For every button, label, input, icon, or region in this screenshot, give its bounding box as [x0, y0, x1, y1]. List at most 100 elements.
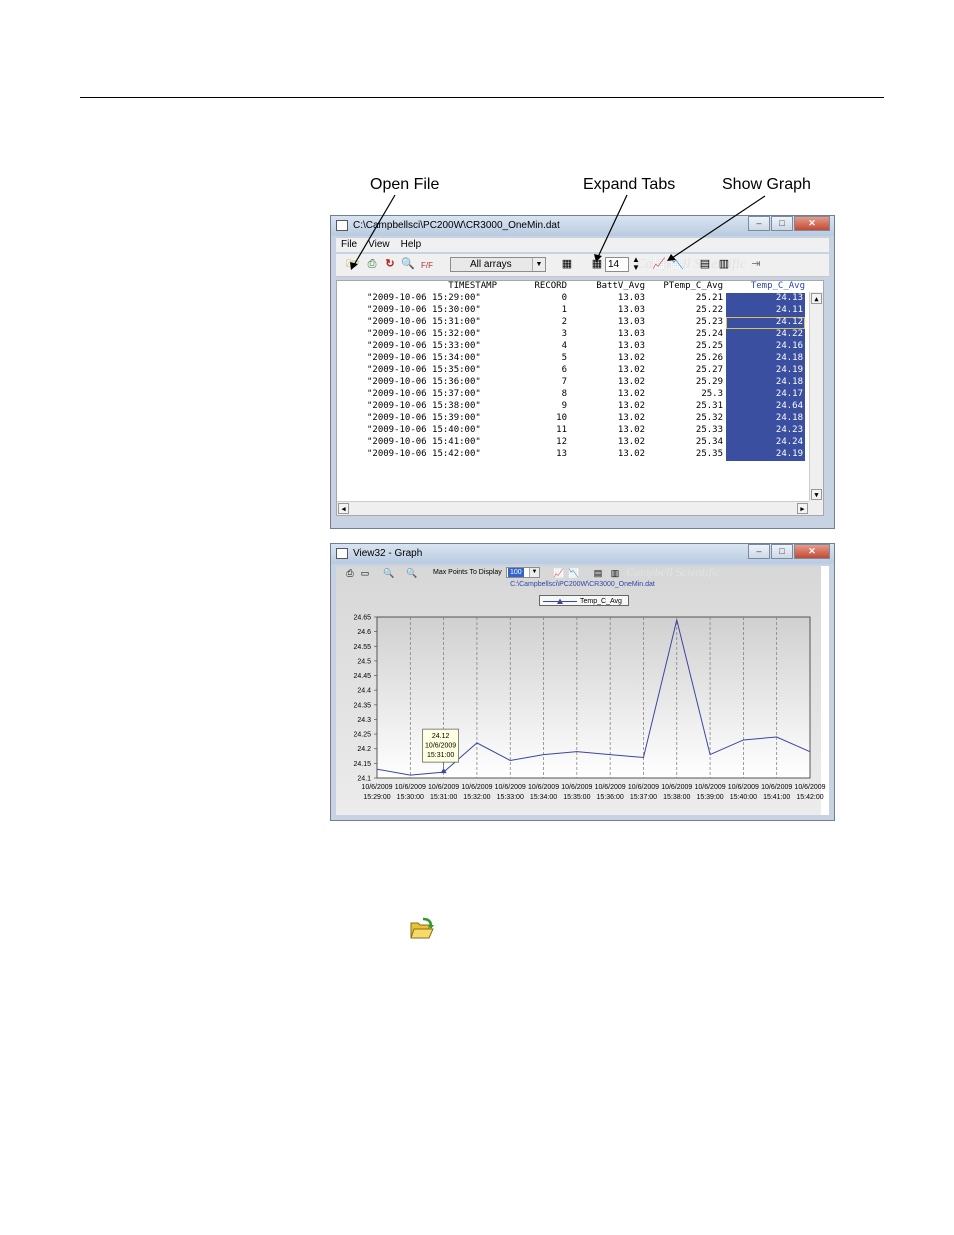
zoom-in-icon[interactable]: 🔍: [383, 568, 395, 579]
cell-record[interactable]: 5: [497, 353, 567, 363]
cell-timestamp[interactable]: "2009-10-06 15:33:00": [367, 341, 481, 351]
chevron-down-icon[interactable]: ▼: [529, 568, 539, 577]
col-header-battv[interactable]: BattV_Avg: [569, 281, 645, 291]
second-graph-icon[interactable]: 📉: [670, 258, 684, 271]
table-row[interactable]: "2009-10-06 15:40:00" 11 13.02 25.33 24.23: [337, 425, 809, 437]
cell-temp[interactable]: 24.17: [725, 389, 803, 399]
column-icon[interactable]: ▥: [609, 568, 621, 579]
cell-record[interactable]: 13: [497, 449, 567, 459]
table-row[interactable]: "2009-10-06 15:29:00" 0 13.03 25.21 24.13: [337, 293, 809, 305]
zoom-out-icon[interactable]: 🔍: [406, 568, 418, 579]
col-header-record[interactable]: RECORD: [497, 281, 567, 291]
data-grid[interactable]: TIMESTAMP RECORD BattV_Avg PTemp_C_Avg T…: [336, 280, 824, 516]
cell-timestamp[interactable]: "2009-10-06 15:35:00": [367, 365, 481, 375]
cell-ptemp[interactable]: 25.29: [649, 377, 723, 387]
cell-timestamp[interactable]: "2009-10-06 15:32:00": [367, 329, 481, 339]
table-row[interactable]: "2009-10-06 15:38:00" 9 13.02 25.31 24.64: [337, 401, 809, 413]
scroll-right-icon[interactable]: ▶: [797, 503, 808, 514]
font-icon[interactable]: F/F: [420, 259, 434, 272]
cell-timestamp[interactable]: "2009-10-06 15:30:00": [367, 305, 481, 315]
cell-record[interactable]: 10: [497, 413, 567, 423]
maximize-button[interactable]: □: [771, 216, 793, 231]
cell-record[interactable]: 12: [497, 437, 567, 447]
cell-temp[interactable]: 24.24: [725, 437, 803, 447]
print-icon[interactable]: ⎙: [365, 258, 379, 271]
cell-record[interactable]: 11: [497, 425, 567, 435]
table-row[interactable]: "2009-10-06 15:31:00" 2 13.03 25.23 24.12: [337, 317, 809, 329]
maximize-button[interactable]: □: [771, 544, 793, 559]
expand-tabs-icon[interactable]: ▦: [590, 258, 604, 271]
cell-temp[interactable]: 24.18: [725, 377, 803, 387]
open-file-icon[interactable]: 🗁: [346, 258, 360, 271]
close-button[interactable]: ✕: [794, 216, 830, 231]
cell-battv[interactable]: 13.02: [569, 353, 645, 363]
cell-ptemp[interactable]: 25.33: [649, 425, 723, 435]
table-row[interactable]: "2009-10-06 15:37:00" 8 13.02 25.3 24.17: [337, 389, 809, 401]
column-icon[interactable]: ▥: [717, 258, 731, 271]
vertical-scrollbar[interactable]: ▲ ▼: [809, 292, 823, 501]
cell-timestamp[interactable]: "2009-10-06 15:41:00": [367, 437, 481, 447]
col-header-ptemp[interactable]: PTemp_C_Avg: [649, 281, 723, 291]
cell-battv[interactable]: 13.03: [569, 293, 645, 303]
cell-record[interactable]: 0: [497, 293, 567, 303]
table-row[interactable]: "2009-10-06 15:35:00" 6 13.02 25.27 24.19: [337, 365, 809, 377]
cell-ptemp[interactable]: 25.26: [649, 353, 723, 363]
cell-record[interactable]: 1: [497, 305, 567, 315]
cell-battv[interactable]: 13.03: [569, 329, 645, 339]
refresh-icon[interactable]: ↻: [383, 258, 397, 271]
cell-ptemp[interactable]: 25.32: [649, 413, 723, 423]
col-header-temp[interactable]: Temp_C_Avg: [725, 281, 805, 291]
cell-timestamp[interactable]: "2009-10-06 15:36:00": [367, 377, 481, 387]
cell-ptemp[interactable]: 25.34: [649, 437, 723, 447]
table-row[interactable]: "2009-10-06 15:30:00" 1 13.03 25.22 24.11: [337, 305, 809, 317]
chevron-down-icon[interactable]: ▼: [532, 258, 545, 271]
header-info-icon[interactable]: ▤: [592, 568, 604, 579]
close-button[interactable]: ✕: [794, 544, 830, 559]
cell-battv[interactable]: 13.02: [569, 437, 645, 447]
cell-ptemp[interactable]: 25.25: [649, 341, 723, 351]
scroll-down-icon[interactable]: ▼: [811, 489, 822, 500]
menu-view[interactable]: View: [368, 238, 390, 252]
cell-timestamp[interactable]: "2009-10-06 15:39:00": [367, 413, 481, 423]
table-row[interactable]: "2009-10-06 15:39:00" 10 13.02 25.32 24.18: [337, 413, 809, 425]
scroll-up-icon[interactable]: ▲: [811, 293, 822, 304]
cell-record[interactable]: 9: [497, 401, 567, 411]
cell-ptemp[interactable]: 25.23: [649, 317, 723, 327]
horizontal-scrollbar[interactable]: ◀ ▶: [337, 501, 809, 515]
cell-ptemp[interactable]: 25.31: [649, 401, 723, 411]
table-row[interactable]: "2009-10-06 15:36:00" 7 13.02 25.29 24.18: [337, 377, 809, 389]
cell-timestamp[interactable]: "2009-10-06 15:29:00": [367, 293, 481, 303]
second-graph-icon[interactable]: 📉: [568, 568, 580, 579]
cell-temp[interactable]: 24.13: [725, 293, 803, 303]
cell-temp[interactable]: 24.12: [725, 317, 803, 327]
table-row[interactable]: "2009-10-06 15:33:00" 4 13.03 25.25 24.16: [337, 341, 809, 353]
cell-battv[interactable]: 13.03: [569, 341, 645, 351]
stepper-icon[interactable]: ▲ ▼: [629, 256, 643, 272]
cell-temp[interactable]: 24.11: [725, 305, 803, 315]
cell-battv[interactable]: 13.02: [569, 401, 645, 411]
cell-timestamp[interactable]: "2009-10-06 15:37:00": [367, 389, 481, 399]
cell-timestamp[interactable]: "2009-10-06 15:38:00": [367, 401, 481, 411]
cell-ptemp[interactable]: 25.21: [649, 293, 723, 303]
cell-record[interactable]: 2: [497, 317, 567, 327]
cell-battv[interactable]: 13.02: [569, 425, 645, 435]
cell-timestamp[interactable]: "2009-10-06 15:31:00": [367, 317, 481, 327]
array-select[interactable]: All arrays ▼: [450, 257, 546, 272]
cell-ptemp[interactable]: 25.24: [649, 329, 723, 339]
cell-timestamp[interactable]: "2009-10-06 15:34:00": [367, 353, 481, 363]
cell-battv[interactable]: 13.02: [569, 377, 645, 387]
cell-timestamp[interactable]: "2009-10-06 15:42:00": [367, 449, 481, 459]
cell-battv[interactable]: 13.02: [569, 365, 645, 375]
cell-temp[interactable]: 24.18: [725, 413, 803, 423]
cell-temp[interactable]: 24.19: [725, 449, 803, 459]
cell-record[interactable]: 8: [497, 389, 567, 399]
cell-temp[interactable]: 24.18: [725, 353, 803, 363]
cell-battv[interactable]: 13.03: [569, 305, 645, 315]
line-graph-icon[interactable]: 📈: [553, 568, 565, 579]
cell-ptemp[interactable]: 25.22: [649, 305, 723, 315]
cell-temp[interactable]: 24.64: [725, 401, 803, 411]
cell-temp[interactable]: 24.22: [725, 329, 803, 339]
table-row[interactable]: "2009-10-06 15:32:00" 3 13.03 25.24 24.22: [337, 329, 809, 341]
cell-battv[interactable]: 13.02: [569, 389, 645, 399]
grid-icon[interactable]: ▦: [560, 258, 574, 271]
